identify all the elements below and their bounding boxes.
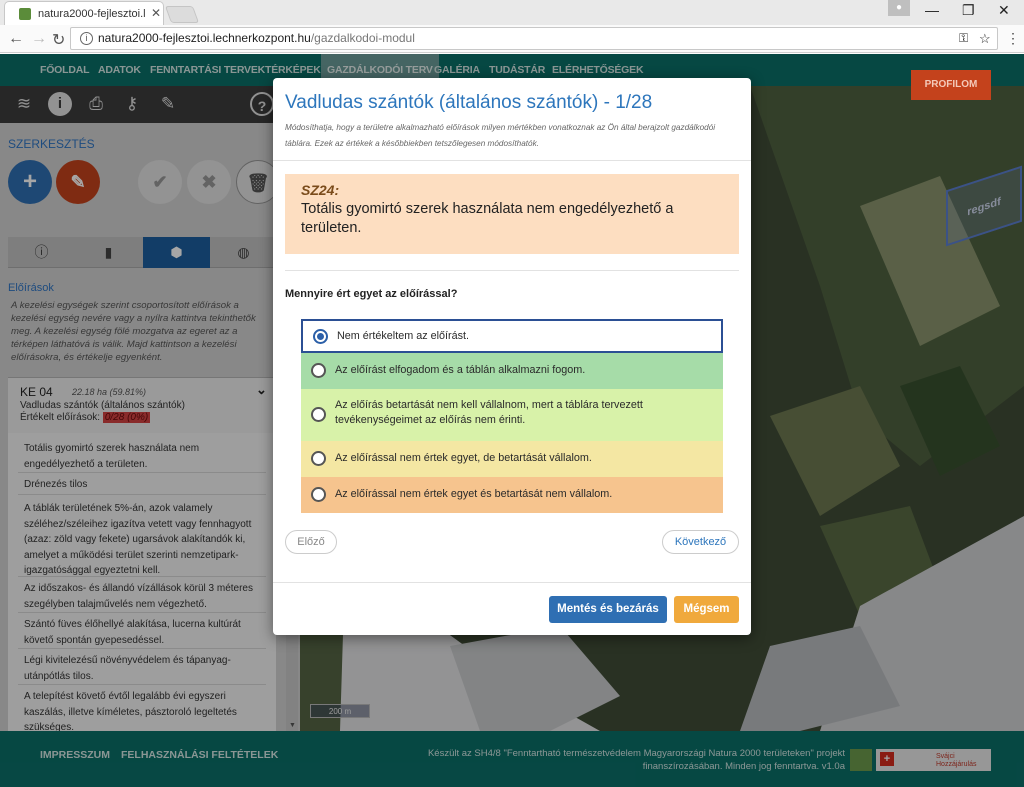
site-info-icon[interactable]: i xyxy=(80,32,93,45)
dialog-title: Vadludas szántók (általános szántók) - 1… xyxy=(285,92,653,113)
option-not-applicable[interactable]: Az előírás betartását nem kell vállalnom… xyxy=(301,389,723,441)
new-tab-button[interactable] xyxy=(164,6,200,23)
divider xyxy=(285,270,739,271)
dialog-description: Módosíthatja, hogy a területre alkalmazh… xyxy=(285,123,716,148)
divider xyxy=(273,582,751,583)
close-tab-icon[interactable]: ✕ xyxy=(151,6,161,20)
address-bar: ← → ↻ i natura2000-fejlesztoi.lechnerkoz… xyxy=(0,25,1024,53)
user-profile-icon[interactable]: ● xyxy=(888,0,910,16)
radio-button[interactable] xyxy=(311,487,326,502)
option-disagree-refuse[interactable]: Az előírással nem értek egyet és betartá… xyxy=(301,477,723,513)
browser-tab-title: natura2000-fejlesztoi.lec xyxy=(38,8,146,20)
profile-button[interactable]: PROFILOM xyxy=(911,70,991,100)
browser-menu-icon[interactable]: ⋮ xyxy=(1006,30,1020,47)
next-button[interactable]: Következő xyxy=(662,530,739,554)
radio-button[interactable] xyxy=(313,329,328,344)
browser-tab[interactable]: natura2000-fejlesztoi.lec ✕ xyxy=(4,1,164,26)
key-icon[interactable]: ⚿ xyxy=(959,28,968,49)
option-not-evaluated[interactable]: Nem értékeltem az előírást. xyxy=(301,319,723,353)
back-arrow-icon[interactable]: ← xyxy=(8,30,24,48)
radio-button[interactable] xyxy=(311,407,326,422)
site-favicon-icon xyxy=(19,8,31,20)
option-label: Nem értékeltem az előírást. xyxy=(337,330,470,342)
forward-arrow-icon[interactable]: → xyxy=(31,30,47,48)
minimize-icon[interactable]: — xyxy=(925,2,939,18)
rule-code: SZ24: xyxy=(301,182,340,198)
option-accept[interactable]: Az előírást elfogadom és a táblán alkalm… xyxy=(301,353,723,389)
radio-button[interactable] xyxy=(311,363,326,378)
option-label: Az előírás betartását nem kell vállalnom… xyxy=(335,399,643,426)
browser-tab-bar: natura2000-fejlesztoi.lec ✕ ● — ❐ ✕ xyxy=(0,0,1024,26)
close-window-icon[interactable]: ✕ xyxy=(998,2,1010,19)
option-label: Az előírást elfogadom és a táblán alkalm… xyxy=(335,364,586,376)
divider xyxy=(273,160,751,161)
rule-text: Totális gyomirtó szerek használata nem e… xyxy=(301,201,674,236)
save-and-close-button[interactable]: Mentés és bezárás xyxy=(549,596,667,623)
option-label: Az előírással nem értek egyet és betartá… xyxy=(335,488,613,500)
reload-icon[interactable]: ↻ xyxy=(52,30,65,50)
bookmark-star-icon[interactable]: ☆ xyxy=(979,28,991,49)
url-input[interactable]: i natura2000-fejlesztoi.lechnerkozpont.h… xyxy=(70,27,998,50)
restore-icon[interactable]: ❐ xyxy=(962,2,975,19)
rule-card: SZ24: Totális gyomirtó szerek használata… xyxy=(285,174,739,254)
option-disagree-comply[interactable]: Az előírással nem értek egyet, de betart… xyxy=(301,441,723,477)
cancel-button[interactable]: Mégsem xyxy=(674,596,739,623)
evaluation-dialog: Vadludas szántók (általános szántók) - 1… xyxy=(273,78,751,635)
url-host: natura2000-fejlesztoi.lechnerkozpont.hu xyxy=(98,31,311,45)
option-label: Az előírással nem értek egyet, de betart… xyxy=(335,452,592,464)
question-label: Mennyire ért egyet az előírással? xyxy=(285,288,458,300)
url-path: /gazdalkodoi-modul xyxy=(310,31,415,45)
previous-button[interactable]: Előző xyxy=(285,530,337,554)
radio-button[interactable] xyxy=(311,451,326,466)
